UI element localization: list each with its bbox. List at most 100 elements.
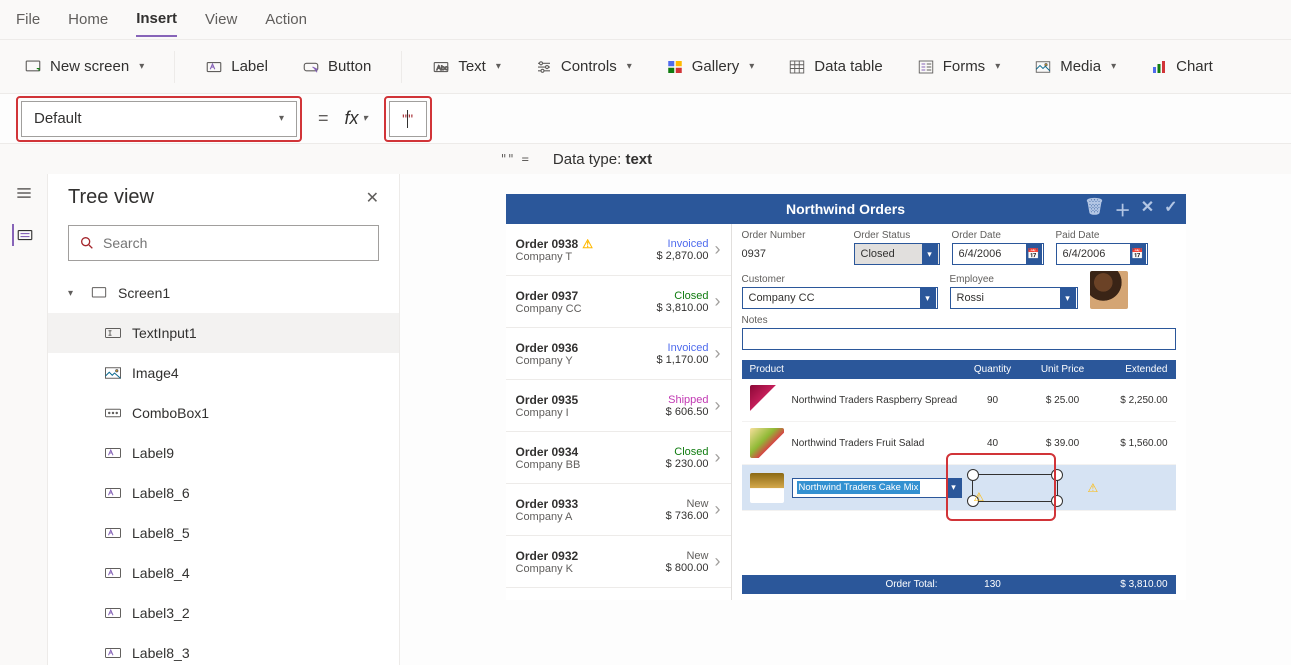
tree-view-title: Tree view xyxy=(68,186,154,209)
menu-view[interactable]: View xyxy=(205,3,237,36)
employee-avatar xyxy=(1090,271,1128,309)
order-item[interactable]: Order 0936Company YInvoiced$ 1,170.00› xyxy=(506,328,731,380)
tree-body: ▾ Screen1 TextInput1Image4ComboBox1Label… xyxy=(48,273,399,665)
order-item[interactable]: Order 0932Company KNew$ 800.00› xyxy=(506,536,731,588)
table-icon xyxy=(788,58,806,76)
tree-view-panel: Tree view ✕ ▾ Screen1 TextInput1Image4Co… xyxy=(48,174,400,665)
product-new-row: Northwind Traders Cake Mix▾ ⚠ ⚠ xyxy=(742,465,1176,511)
forms-button[interactable]: Forms▾ xyxy=(909,52,1009,82)
formula-extent[interactable] xyxy=(442,101,1275,137)
label-button[interactable]: Label xyxy=(197,52,276,82)
controls-button[interactable]: Controls▾ xyxy=(527,52,640,82)
order-detail: Order Number0937 Order StatusClosed▾ Ord… xyxy=(732,224,1186,600)
tree-search-box[interactable] xyxy=(68,225,379,261)
tree-view-rail-icon[interactable] xyxy=(12,224,34,246)
chart-icon xyxy=(1150,58,1168,76)
equals-sign: = xyxy=(318,108,329,129)
product-header: ProductQuantityUnit PriceExtended xyxy=(742,360,1176,379)
tree-node-label8_6[interactable]: Label8_6 xyxy=(48,473,399,513)
order-item[interactable]: Order 0937Company CCClosed$ 3,810.00› xyxy=(506,276,731,328)
node-type-icon xyxy=(104,566,122,580)
text-button[interactable]: Abc Text▾ xyxy=(424,52,509,82)
new-screen-button[interactable]: New screen▾ xyxy=(16,52,152,82)
paid-date-picker[interactable]: 6/4/2006📅 xyxy=(1056,243,1148,265)
product-row[interactable]: Northwind Traders Fruit Salad40$ 39.00$ … xyxy=(742,422,1176,465)
order-status-dropdown[interactable]: Closed▾ xyxy=(854,243,940,265)
add-icon[interactable]: ＋ xyxy=(1115,197,1131,221)
forms-icon xyxy=(917,58,935,76)
tree-node-label9[interactable]: Label9 xyxy=(48,433,399,473)
tree-close-button[interactable]: ✕ xyxy=(366,188,379,208)
tree-node-combobox1[interactable]: ComboBox1 xyxy=(48,393,399,433)
node-type-icon xyxy=(104,606,122,620)
media-button[interactable]: Media▾ xyxy=(1026,52,1124,82)
tree-search-input[interactable] xyxy=(103,235,368,251)
button-icon xyxy=(302,58,320,76)
tree-node-screen1[interactable]: ▾ Screen1 xyxy=(48,273,399,313)
node-type-icon xyxy=(104,326,122,340)
product-image xyxy=(750,385,784,415)
node-type-icon xyxy=(104,366,122,380)
text-icon: Abc xyxy=(432,58,450,76)
tree-node-image4[interactable]: Image4 xyxy=(48,353,399,393)
gallery-icon xyxy=(666,58,684,76)
chevron-right-icon: › xyxy=(715,447,721,468)
menu-insert[interactable]: Insert xyxy=(136,2,177,37)
employee-dropdown[interactable]: Rossi▾ xyxy=(950,287,1078,309)
tree-node-label3_2[interactable]: Label3_2 xyxy=(48,593,399,633)
property-selector-highlight: Default▾ xyxy=(16,96,302,142)
left-rail xyxy=(0,174,48,665)
node-type-icon xyxy=(104,646,122,660)
product-image xyxy=(750,428,784,458)
menu-home[interactable]: Home xyxy=(68,3,108,36)
customer-dropdown[interactable]: Company CC▾ xyxy=(742,287,938,309)
notes-input[interactable] xyxy=(742,328,1176,350)
cancel-icon[interactable]: ✕ xyxy=(1141,197,1154,221)
gallery-button[interactable]: Gallery▾ xyxy=(658,52,763,82)
order-item[interactable]: Order 0938 ⚠Company TInvoiced$ 2,870.00› xyxy=(506,224,731,276)
delete-icon[interactable]: 🗑 xyxy=(1084,197,1104,221)
node-type-icon xyxy=(104,486,122,500)
product-combobox[interactable]: Northwind Traders Cake Mix▾ xyxy=(792,478,962,498)
data-table-button[interactable]: Data table xyxy=(780,52,890,82)
tree-node-label8_4[interactable]: Label8_4 xyxy=(48,553,399,593)
warning-icon: ⚠ xyxy=(1088,481,1099,495)
button-button[interactable]: Button xyxy=(294,52,379,82)
controls-icon xyxy=(535,58,553,76)
menu-action[interactable]: Action xyxy=(265,3,307,36)
order-item[interactable]: Order 0933Company ANew$ 736.00› xyxy=(506,484,731,536)
order-item[interactable]: Order 0935Company IShipped$ 606.50› xyxy=(506,380,731,432)
canvas[interactable]: Northwind Orders 🗑 ＋ ✕ ✓ Order 0938 ⚠Com… xyxy=(400,174,1291,665)
warning-icon: ⚠ xyxy=(974,490,985,504)
hamburger-icon[interactable] xyxy=(13,182,35,204)
product-row[interactable]: Northwind Traders Raspberry Spread90$ 25… xyxy=(742,379,1176,422)
tree-node-label8_5[interactable]: Label8_5 xyxy=(48,513,399,553)
chevron-right-icon: › xyxy=(715,343,721,364)
app-preview: Northwind Orders 🗑 ＋ ✕ ✓ Order 0938 ⚠Com… xyxy=(506,194,1186,600)
chart-button[interactable]: Chart xyxy=(1142,52,1221,82)
ribbon: New screen▾ Label Button Abc Text▾ Contr… xyxy=(0,40,1291,94)
node-type-icon xyxy=(104,446,122,460)
save-icon[interactable]: ✓ xyxy=(1164,197,1177,221)
formula-result-bar: "" = Data type: text xyxy=(0,144,1291,174)
fx-button[interactable]: fx▾ xyxy=(345,108,368,129)
property-selector[interactable]: Default▾ xyxy=(21,101,297,137)
chevron-right-icon: › xyxy=(715,551,721,572)
selected-textinput-handles[interactable] xyxy=(972,474,1058,502)
menu-file[interactable]: File xyxy=(16,3,40,36)
chevron-right-icon: › xyxy=(715,499,721,520)
order-item[interactable]: Order 0934Company BBClosed$ 230.00› xyxy=(506,432,731,484)
chevron-right-icon: › xyxy=(715,395,721,416)
menubar: File Home Insert View Action xyxy=(0,0,1291,40)
app-titlebar: Northwind Orders 🗑 ＋ ✕ ✓ xyxy=(506,194,1186,224)
orders-gallery[interactable]: Order 0938 ⚠Company TInvoiced$ 2,870.00›… xyxy=(506,224,732,600)
tree-node-textinput1[interactable]: TextInput1 xyxy=(48,313,399,353)
order-number-value: 0937 xyxy=(742,243,842,265)
formula-value-highlight: "" xyxy=(384,96,432,142)
node-type-icon xyxy=(104,526,122,540)
tree-node-label8_3[interactable]: Label8_3 xyxy=(48,633,399,665)
formula-input[interactable]: "" xyxy=(389,101,427,137)
product-image xyxy=(750,473,784,503)
screen-icon xyxy=(24,58,42,76)
order-date-picker[interactable]: 6/4/2006📅 xyxy=(952,243,1044,265)
